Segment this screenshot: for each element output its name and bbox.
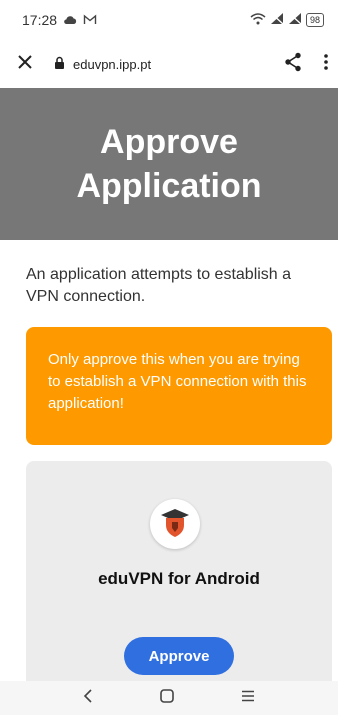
status-bar: 17:28 98 — [0, 0, 338, 40]
signal-off-icon — [288, 12, 302, 28]
warning-box: Only approve this when you are trying to… — [26, 327, 332, 445]
url-text: eduvpn.ipp.pt — [73, 56, 152, 72]
home-icon[interactable] — [160, 688, 174, 708]
gmail-icon — [83, 12, 97, 28]
url-bar[interactable]: eduvpn.ipp.pt — [54, 56, 284, 72]
signal-off-icon — [270, 12, 284, 28]
approve-button[interactable]: Approve — [124, 637, 234, 675]
close-icon[interactable] — [18, 54, 32, 74]
status-right: 98 — [250, 12, 324, 28]
status-time: 17:28 — [22, 12, 58, 28]
recents-icon[interactable] — [241, 689, 255, 707]
more-vert-icon[interactable] — [324, 53, 328, 75]
system-nav-bar — [0, 681, 338, 715]
app-logo — [150, 499, 200, 549]
page-title: Approve Application — [76, 123, 262, 205]
battery-level: 98 — [305, 13, 324, 27]
browser-toolbar: eduvpn.ipp.pt — [0, 40, 338, 88]
back-icon[interactable] — [83, 688, 93, 708]
cloud-icon — [63, 12, 77, 28]
lock-icon — [54, 56, 65, 72]
wifi-icon — [250, 12, 266, 28]
app-name: eduVPN for Android — [98, 569, 260, 588]
warning-text: Only approve this when you are trying to… — [48, 351, 307, 412]
graduation-shield-icon — [158, 505, 192, 544]
intro-text: An application attempts to establish a V… — [26, 266, 292, 305]
app-card: eduVPN for Android Approve — [26, 461, 332, 701]
hero-banner: Approve Application — [0, 88, 338, 240]
status-left: 17:28 — [22, 12, 97, 28]
share-icon[interactable] — [284, 52, 302, 77]
